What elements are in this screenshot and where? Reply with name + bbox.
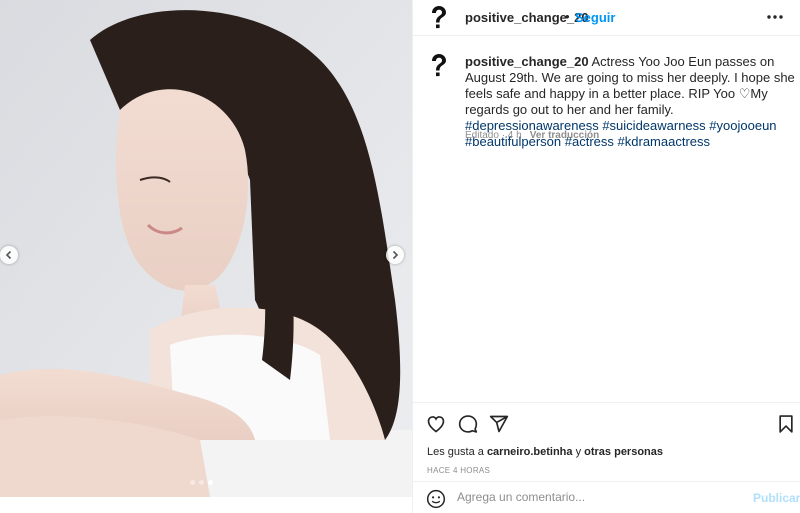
carousel-dot — [199, 480, 204, 485]
more-options-button[interactable] — [764, 7, 786, 27]
follow-button[interactable]: Seguir — [575, 10, 615, 25]
comment-icon — [458, 415, 478, 433]
heart-emoji: ♡ — [738, 86, 751, 101]
post-username[interactable]: positive_change_20 — [465, 10, 589, 25]
caption-avatar[interactable] — [425, 52, 451, 78]
paper-plane-icon — [489, 415, 509, 433]
save-button[interactable] — [775, 413, 797, 435]
action-bar — [413, 402, 800, 442]
avatar[interactable] — [425, 4, 451, 30]
more-horizontal-icon — [767, 15, 783, 19]
caption-username[interactable]: positive_change_20 — [465, 54, 589, 69]
comment-button[interactable] — [457, 413, 479, 435]
caption-line: family. — [637, 102, 674, 117]
smiley-icon — [426, 489, 446, 509]
carousel-dots — [190, 480, 213, 485]
carousel-dot-active — [208, 480, 213, 485]
hashtag-link[interactable]: #kdramaactress — [618, 134, 710, 149]
post-header: positive_change_20 • Seguir — [413, 0, 800, 36]
share-button[interactable] — [488, 413, 510, 435]
carousel-prev-button[interactable] — [0, 246, 18, 264]
carousel-next-button[interactable] — [386, 246, 404, 264]
post-image-panel — [0, 0, 412, 497]
like-button[interactable] — [425, 413, 447, 435]
caption-meta: Editado · 4 h Ver traducción — [465, 130, 599, 141]
bookmark-icon — [779, 415, 793, 433]
heart-icon — [427, 416, 445, 433]
hashtag-link[interactable]: #suicideawarness — [602, 118, 705, 133]
comment-row: Publicar — [413, 481, 800, 513]
question-mark-avatar-icon — [432, 6, 446, 29]
question-mark-avatar-icon — [432, 54, 446, 77]
likes-summary: Les gusta a carneiro.betinha y otras per… — [427, 446, 663, 458]
publish-button[interactable]: Publicar — [753, 491, 800, 505]
caption-line: in a better place. RIP Yoo — [588, 86, 739, 101]
post-photo — [0, 0, 412, 497]
edited-time: Editado · 4 h — [465, 130, 522, 141]
translate-link[interactable]: Ver traducción — [530, 130, 599, 141]
post-side-panel: positive_change_20 • Seguir positive_cha… — [412, 0, 800, 513]
likes-others-link[interactable]: otras personas — [584, 446, 663, 458]
separator-dot: • — [565, 9, 570, 24]
likes-prefix: Les gusta a — [427, 446, 484, 458]
image-bottom-strip — [0, 497, 412, 513]
emoji-button[interactable] — [425, 488, 447, 510]
chevron-left-icon — [5, 250, 12, 260]
chevron-right-icon — [392, 250, 399, 260]
post-timestamp[interactable]: HACE 4 HORAS — [427, 466, 490, 475]
liked-by-user[interactable]: carneiro.betinha — [487, 446, 573, 458]
hashtag-link[interactable]: #yoojooeun — [709, 118, 776, 133]
likes-joiner: y — [575, 446, 582, 458]
comment-input[interactable] — [457, 490, 737, 504]
carousel-dot — [190, 480, 195, 485]
